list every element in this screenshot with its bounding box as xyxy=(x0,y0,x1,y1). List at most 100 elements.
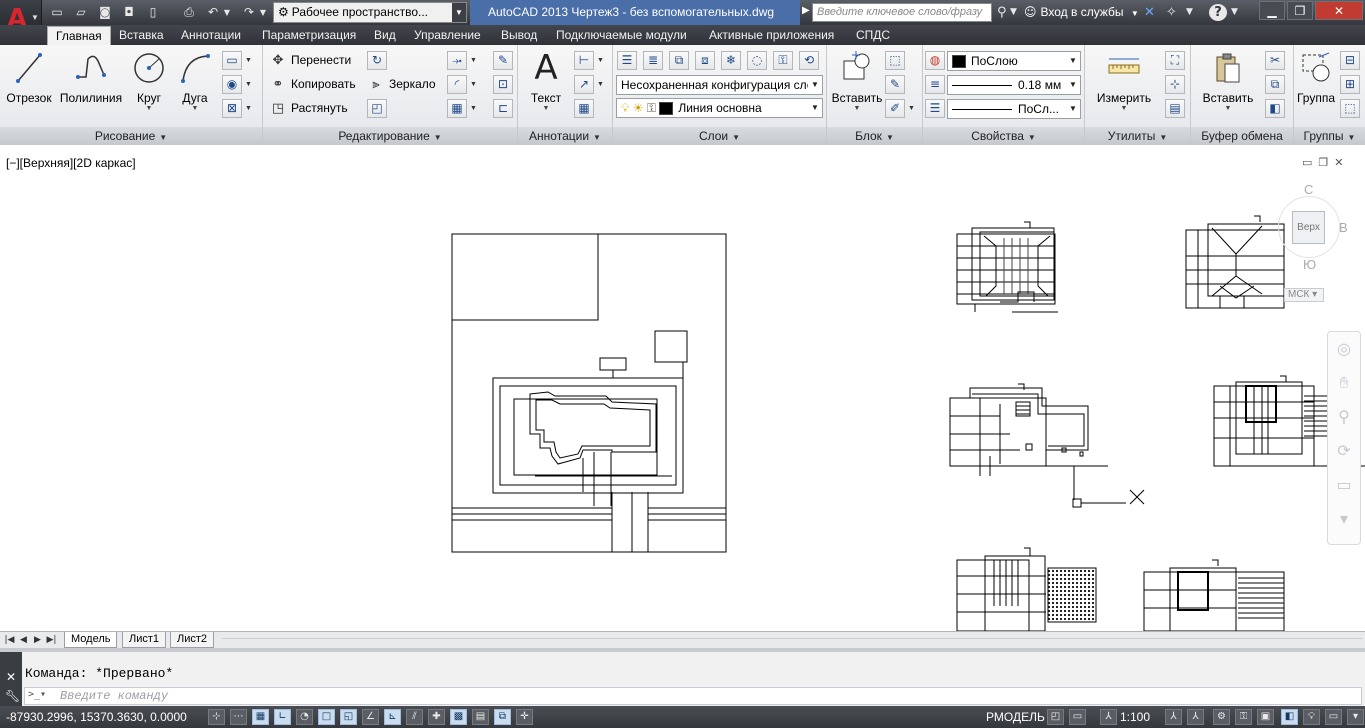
layer-dropdown[interactable]: 💡︎ ☀ ⚿ Линия основна ▼ xyxy=(616,98,823,118)
quick-select-icon[interactable]: ⛶ xyxy=(1165,51,1185,70)
chevron-down-icon[interactable]: ▼ xyxy=(596,51,605,70)
lineweight-dropdown[interactable]: 0.18 мм ▼ xyxy=(947,75,1081,95)
command-prompt-icon[interactable]: >_▾ xyxy=(28,689,46,700)
chevron-down-icon[interactable]: ▼ xyxy=(244,75,253,94)
viewcube-top-face[interactable]: Верх xyxy=(1292,211,1325,244)
hatch-icon[interactable]: ◉ xyxy=(222,75,242,94)
panel-annotation-title[interactable]: Аннотации ▼ xyxy=(518,127,612,145)
tab-view[interactable]: Вид xyxy=(366,26,404,45)
panel-clipboard-title[interactable]: Буфер обмена xyxy=(1191,127,1293,145)
ortho-mode-icon[interactable]: ∟ xyxy=(274,709,291,725)
lightbulb-icon[interactable]: 💡︎ xyxy=(1303,709,1320,725)
workspace-selector[interactable]: ⚙ Рабочее пространство... ▼ xyxy=(273,2,467,23)
move-button[interactable]: ✥ Перенести xyxy=(269,50,352,70)
compass-east[interactable]: В xyxy=(1339,220,1348,235)
calculator-icon[interactable]: ▤ xyxy=(1165,99,1185,118)
array-icon[interactable]: ▦ xyxy=(447,99,467,118)
select-all-icon[interactable]: ⊹ xyxy=(1165,75,1185,94)
tab-parametric[interactable]: Параметризация xyxy=(254,26,364,45)
search-input[interactable]: Введите ключевое слово/фразу xyxy=(812,3,992,22)
steering-wheel-icon[interactable]: ◎ xyxy=(1328,332,1360,366)
panel-block-title[interactable]: Блок ▼ xyxy=(827,127,922,145)
prev-layout-icon[interactable]: ◀ xyxy=(18,633,29,647)
3d-osnap-icon[interactable]: ◱ xyxy=(340,709,357,725)
mirror-button[interactable]: ⫸ Зеркало xyxy=(367,74,435,94)
paste-button[interactable]: Вставить ▼ xyxy=(1197,51,1259,113)
dynamic-input-icon[interactable]: ⫽ xyxy=(406,709,423,725)
panel-draw-title[interactable]: Рисование ▼ xyxy=(0,127,262,145)
zoom-icon[interactable]: ⚲ xyxy=(1328,400,1360,434)
last-layout-icon[interactable]: ▶| xyxy=(46,633,57,647)
redo-icon[interactable]: ↷ xyxy=(240,4,258,21)
insert-block-button[interactable]: Вставить ▼ xyxy=(831,51,883,113)
layer-off-icon[interactable]: ◌ xyxy=(747,51,767,70)
chevron-down-icon[interactable]: ▼ xyxy=(1186,4,1193,21)
erase-icon[interactable]: ✎ xyxy=(493,51,513,70)
text-button[interactable]: A Текст ▼ xyxy=(524,51,568,113)
table-icon[interactable]: ▦ xyxy=(574,99,594,118)
plot-preview-icon[interactable]: ▯ xyxy=(144,4,162,21)
match-properties-icon[interactable]: ◍ xyxy=(925,51,945,70)
circle-button[interactable]: Круг ▼ xyxy=(128,51,170,113)
layer-walk-icon[interactable]: ⟲ xyxy=(799,51,819,70)
open-file-icon[interactable]: ▱ xyxy=(72,4,90,21)
group-edit-icon[interactable]: ⊞ xyxy=(1340,75,1360,94)
scale-icon[interactable]: ◰ xyxy=(367,99,387,118)
status-menu-icon[interactable]: ▾ xyxy=(1347,709,1364,725)
binoculars-icon[interactable]: ⚲ xyxy=(997,4,1007,21)
copy-clip-icon[interactable]: ⧉ xyxy=(1265,75,1285,94)
grid-display-icon[interactable]: ▦ xyxy=(252,709,269,725)
close-button[interactable]: ✕ xyxy=(1315,1,1363,20)
command-line-handle[interactable]: ✕ 🔧︎ xyxy=(0,652,22,706)
fillet-icon[interactable]: ◜ xyxy=(447,75,467,94)
showmotion-icon[interactable]: ▭ xyxy=(1328,468,1360,502)
stretch-button[interactable]: ◳ Растянуть xyxy=(269,98,348,118)
annotation-scale-icon[interactable]: ⅄ xyxy=(1100,709,1117,725)
panel-utilities-title[interactable]: Утилиты ▼ xyxy=(1085,127,1190,145)
trim-icon[interactable]: ⤞ xyxy=(447,51,467,70)
copy-button[interactable]: ⚭ Копировать xyxy=(269,74,356,94)
dynamic-ucs-icon[interactable]: ⊾ xyxy=(384,709,401,725)
chevron-down-icon[interactable]: ▼ xyxy=(1231,4,1238,21)
group-selection-icon[interactable]: ⬚ xyxy=(1340,99,1360,118)
layer-properties-icon[interactable]: ☰ xyxy=(617,51,637,70)
tab-home[interactable]: Главная xyxy=(47,26,111,45)
quick-view-layouts-icon[interactable]: ◰ xyxy=(1047,709,1064,725)
tab-spds[interactable]: СПДС xyxy=(848,26,898,45)
orbit-icon[interactable]: ⟳ xyxy=(1328,434,1360,468)
quick-view-drawings-icon[interactable]: ▭ xyxy=(1069,709,1086,725)
chevron-down-icon[interactable]: ▼ xyxy=(244,99,253,118)
edit-block-icon[interactable]: ✎ xyxy=(885,75,905,94)
cursor-coordinates[interactable]: -87930.2996, 15370.3630, 0.0000 xyxy=(6,710,187,724)
clean-screen-icon[interactable]: ▭ xyxy=(1325,709,1342,725)
rectangle-icon[interactable]: ▭ xyxy=(222,51,242,70)
lineweight-toggle-icon[interactable]: ✚ xyxy=(428,709,445,725)
undo-icon[interactable]: ↶ xyxy=(204,4,222,21)
dimension-icon[interactable]: ⊢ xyxy=(574,51,594,70)
chevron-down-icon[interactable]: ▼ xyxy=(596,75,605,94)
chevron-down-icon[interactable]: ▼ xyxy=(469,51,478,70)
cut-icon[interactable]: ✂ xyxy=(1265,51,1285,70)
next-layout-icon[interactable]: ▶ xyxy=(32,633,43,647)
offset-icon[interactable]: ⊏ xyxy=(493,99,513,118)
save-as-icon[interactable]: ◘ xyxy=(120,4,138,21)
lineweight-icon[interactable]: ≡ xyxy=(925,75,945,94)
panel-layers-title[interactable]: Слои ▼ xyxy=(613,127,826,145)
linetype-dropdown[interactable]: ПоСл... ▼ xyxy=(947,99,1081,119)
drawing-canvas[interactable] xyxy=(0,146,1365,631)
print-icon[interactable]: ⎙ xyxy=(180,4,198,21)
snap-mode-icon[interactable]: ⋯ xyxy=(230,709,247,725)
tab-insert[interactable]: Вставка xyxy=(111,26,172,45)
auto-scale-icon[interactable]: ⅄ xyxy=(1187,709,1204,725)
help-icon[interactable]: ? xyxy=(1209,4,1227,21)
restore-button[interactable]: ❐ xyxy=(1287,1,1313,20)
panel-modify-title[interactable]: Редактирование ▼ xyxy=(263,127,517,145)
compass-south[interactable]: Ю xyxy=(1303,257,1316,272)
tab-plugins[interactable]: Подключаемые модули xyxy=(548,26,695,45)
line-button[interactable]: Отрезок xyxy=(4,51,54,105)
save-icon[interactable]: ◙ xyxy=(96,4,114,21)
layer-lock-icon[interactable]: ⚿ xyxy=(773,51,793,70)
create-block-icon[interactable]: ⬚ xyxy=(885,51,905,70)
tab-layout2[interactable]: Лист2 xyxy=(170,632,215,648)
viewcube[interactable]: С Верх В Ю МСК ▾ xyxy=(1276,182,1356,302)
